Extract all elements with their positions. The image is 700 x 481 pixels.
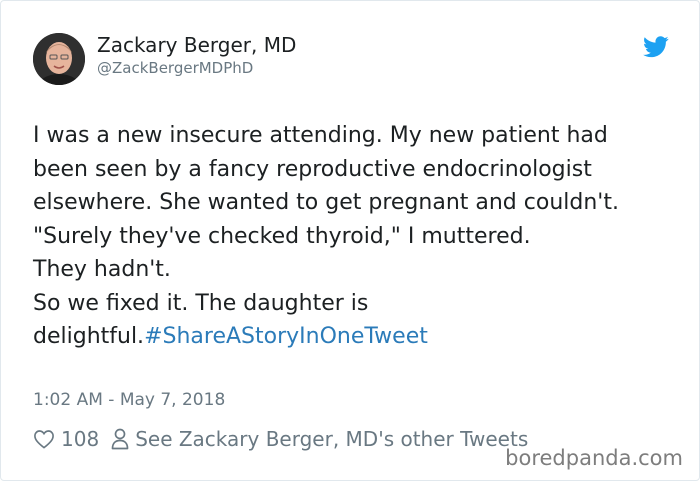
- tweet-text: I was a new insecure attending. My new p…: [33, 123, 619, 349]
- hashtag-link[interactable]: #ShareAStoryInOneTweet: [144, 324, 428, 349]
- tweet-card: Zackary Berger, MD @ZackBergerMDPhD I wa…: [0, 0, 700, 481]
- author-display-name[interactable]: Zackary Berger, MD: [97, 33, 296, 57]
- twitter-bird-icon[interactable]: [643, 36, 669, 58]
- person-icon: [111, 428, 129, 450]
- heart-icon: [34, 430, 54, 449]
- watermark: boredpanda.com: [505, 446, 683, 470]
- like-button[interactable]: 108: [33, 427, 111, 451]
- like-count: 108: [61, 427, 100, 451]
- author-avatar[interactable]: [33, 33, 85, 85]
- tweet-timestamp[interactable]: 1:02 AM - May 7, 2018: [33, 390, 225, 410]
- tweet-body: I was a new insecure attending. My new p…: [33, 119, 669, 354]
- see-other-tweets-label: See Zackary Berger, MD's other Tweets: [135, 427, 529, 451]
- tweet-actions: 108 See Zackary Berger, MD's other Tweet…: [33, 426, 528, 452]
- author-handle[interactable]: @ZackBergerMDPhD: [97, 59, 253, 77]
- see-other-tweets-link[interactable]: See Zackary Berger, MD's other Tweets: [111, 427, 528, 451]
